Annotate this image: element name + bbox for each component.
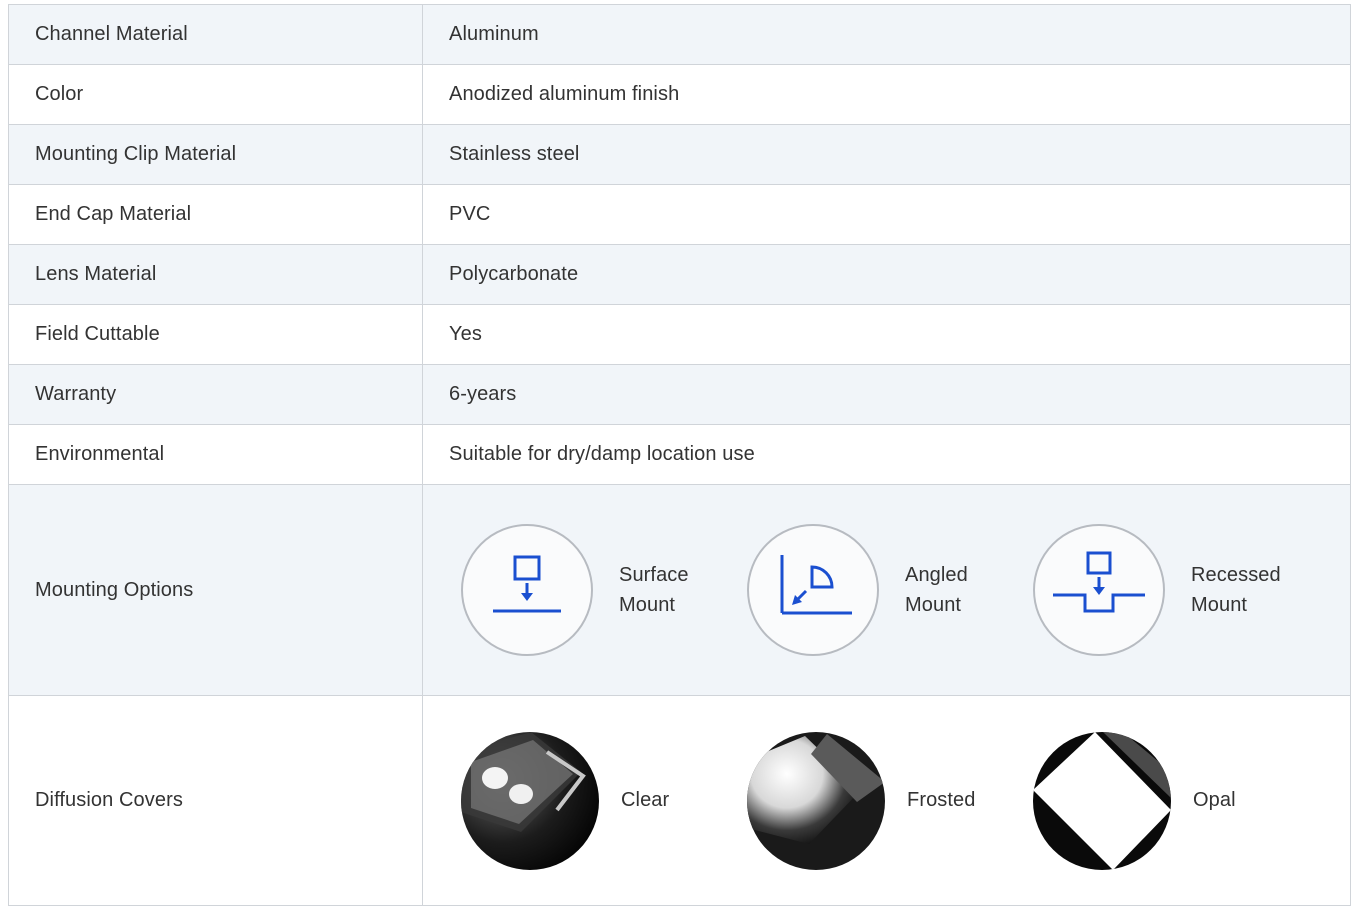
row-label: Diffusion Covers bbox=[8, 695, 423, 906]
mount-option-recessed: Recessed Mount bbox=[1033, 524, 1319, 656]
mount-option-label: Surface Mount bbox=[619, 560, 729, 620]
clear-cover-photo bbox=[461, 731, 599, 870]
mount-option-label: Angled Mount bbox=[905, 560, 1015, 620]
table-row: Mounting Clip Material Stainless steel bbox=[8, 124, 1351, 185]
row-value: 6-years bbox=[422, 364, 1351, 425]
row-label: Lens Material bbox=[8, 244, 423, 305]
row-value: PVC bbox=[422, 184, 1351, 245]
row-value: Yes bbox=[422, 304, 1351, 365]
recessed-mount-icon bbox=[1033, 524, 1165, 656]
mount-option-line1: Angled bbox=[905, 564, 968, 586]
table-row: End Cap Material PVC bbox=[8, 184, 1351, 245]
cover-label: Frosted bbox=[907, 789, 976, 811]
opal-cover-photo bbox=[1033, 731, 1171, 870]
table-row: Channel Material Aluminum bbox=[8, 4, 1351, 65]
row-label: Mounting Clip Material bbox=[8, 124, 423, 185]
mount-option-line1: Recessed bbox=[1191, 564, 1281, 586]
cover-option-frosted: Frosted bbox=[747, 731, 1033, 870]
diffusion-covers-row: Diffusion Covers Clear Frosted Opal bbox=[8, 695, 1351, 906]
row-label: Color bbox=[8, 64, 423, 125]
row-label: Mounting Options bbox=[8, 484, 423, 696]
table-row: Color Anodized aluminum finish bbox=[8, 64, 1351, 125]
mount-option-surface: Surface Mount bbox=[461, 524, 747, 656]
diffusion-covers-cell: Clear Frosted Opal bbox=[422, 695, 1351, 906]
mount-option-angled: Angled Mount bbox=[747, 524, 1033, 656]
row-value: Polycarbonate bbox=[422, 244, 1351, 305]
cover-option-opal: Opal bbox=[1033, 731, 1319, 870]
table-row: Field Cuttable Yes bbox=[8, 304, 1351, 365]
mount-option-line2: Mount bbox=[619, 594, 676, 616]
row-value: Suitable for dry/damp location use bbox=[422, 424, 1351, 485]
table-row: Environmental Suitable for dry/damp loca… bbox=[8, 424, 1351, 485]
table-row: Lens Material Polycarbonate bbox=[8, 244, 1351, 305]
row-label: Channel Material bbox=[8, 4, 423, 65]
mounting-options-row: Mounting Options Surface Mount Angled Mo… bbox=[8, 484, 1351, 696]
surface-mount-icon bbox=[461, 524, 593, 656]
table-row: Warranty 6-years bbox=[8, 364, 1351, 425]
cover-option-clear: Clear bbox=[461, 731, 747, 870]
row-label: Warranty bbox=[8, 364, 423, 425]
row-label: Field Cuttable bbox=[8, 304, 423, 365]
cover-label: Clear bbox=[621, 789, 670, 811]
mount-option-line2: Mount bbox=[1191, 594, 1248, 616]
mounting-options-cell: Surface Mount Angled Mount Recessed Moun… bbox=[422, 484, 1351, 696]
row-value: Stainless steel bbox=[422, 124, 1351, 185]
mount-option-line1: Surface bbox=[619, 564, 689, 586]
row-value: Anodized aluminum finish bbox=[422, 64, 1351, 125]
row-label: Environmental bbox=[8, 424, 423, 485]
row-label: End Cap Material bbox=[8, 184, 423, 245]
spec-table: Channel Material Aluminum Color Anodized… bbox=[8, 4, 1351, 906]
row-value: Aluminum bbox=[422, 4, 1351, 65]
mount-option-label: Recessed Mount bbox=[1191, 560, 1301, 620]
cover-label: Opal bbox=[1193, 789, 1236, 811]
angled-mount-icon bbox=[747, 524, 879, 656]
frosted-cover-photo bbox=[747, 731, 885, 870]
mount-option-line2: Mount bbox=[905, 594, 962, 616]
